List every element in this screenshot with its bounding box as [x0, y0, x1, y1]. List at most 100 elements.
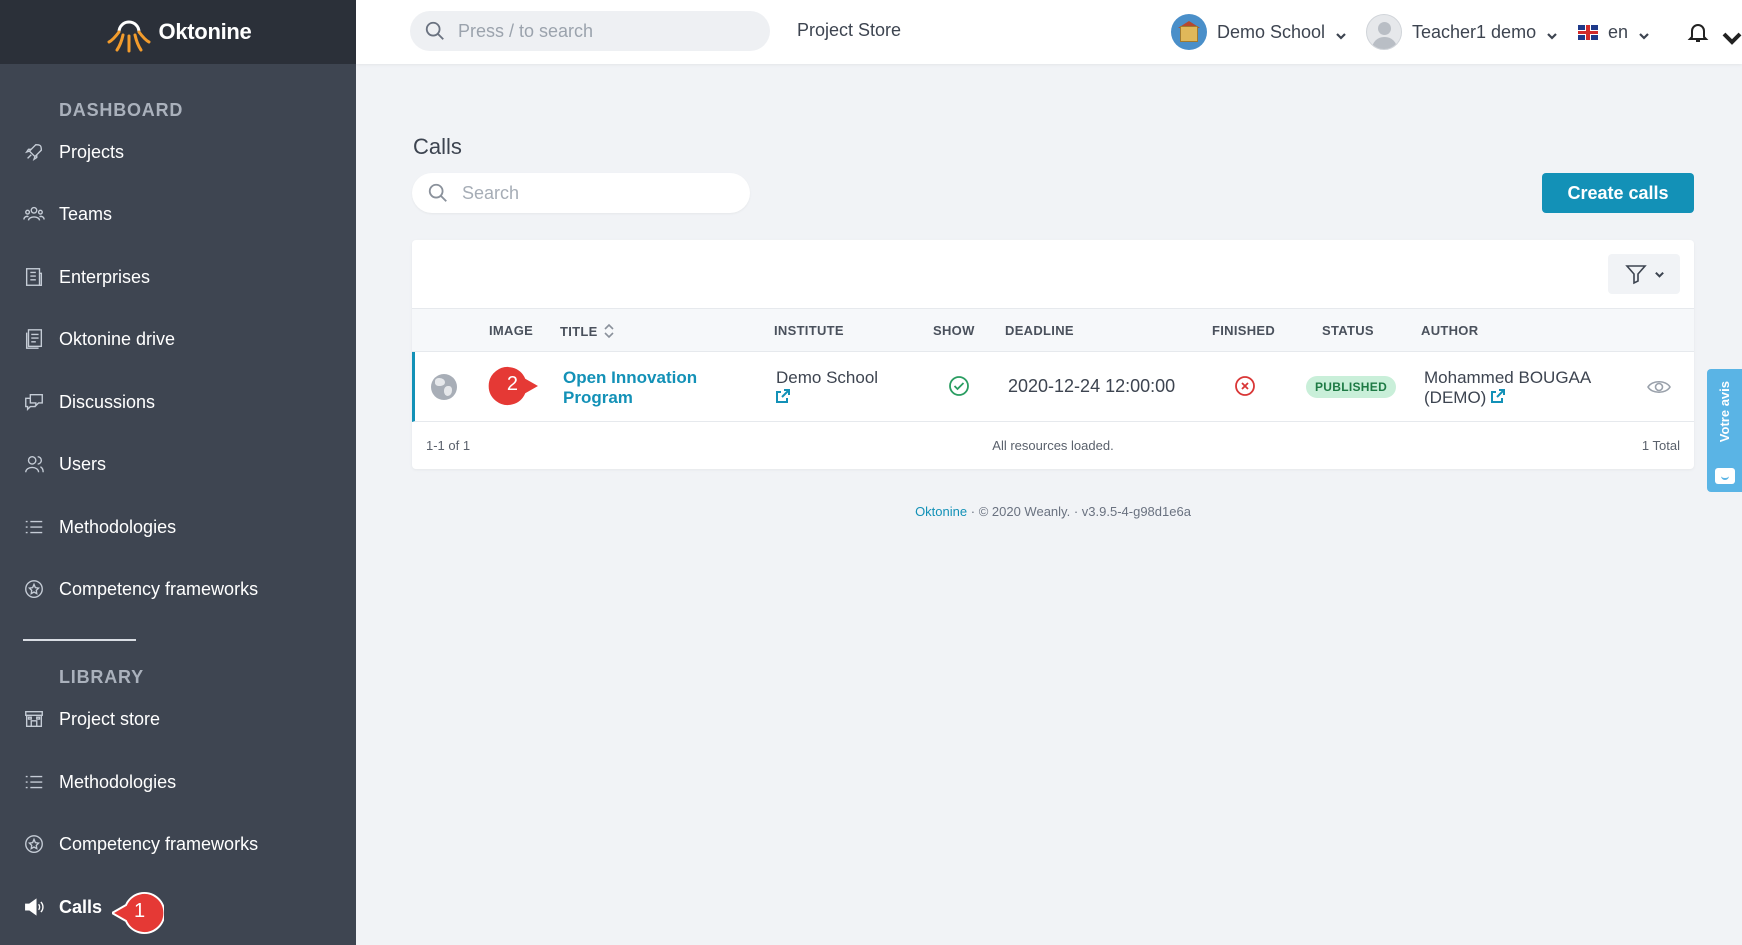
chevron-down-icon [1638, 26, 1650, 40]
callout-number: 2 [506, 373, 518, 395]
column-header-image: IMAGE [489, 323, 534, 338]
rocket-icon [22, 140, 46, 164]
section-title-library: LIBRARY [59, 667, 144, 687]
sidebar-item-label: Methodologies [59, 516, 177, 537]
sidebar-item-calls[interactable]: Calls [0, 887, 356, 927]
footer-separator: · [1073, 504, 1079, 519]
list-icon [22, 515, 46, 539]
octopus-logo-icon [107, 20, 151, 53]
uk-flag-icon [1578, 24, 1598, 40]
feedback-label: Votre avis [1717, 381, 1732, 443]
smiley-icon [1714, 468, 1735, 484]
page-footer: Oktonine · © 2020 Weanly. · v3.9.5-4-g98… [412, 504, 1694, 519]
sidebar-item-label: Competency frameworks [59, 578, 259, 599]
sidebar-item-teams[interactable]: Teams [0, 194, 356, 234]
notifications-button[interactable] [1686, 12, 1742, 52]
call-deadline: 2020-12-24 12:00:00 [1008, 376, 1176, 396]
sidebar-item-label: Teams [59, 203, 113, 224]
column-header-finished: FINISHED [1212, 323, 1276, 338]
users-icon [22, 452, 46, 476]
author-line1: Mohammed BOUGAA [1424, 368, 1592, 387]
globe-icon [431, 374, 457, 400]
sidebar-item-library-methodologies[interactable]: Methodologies [0, 762, 356, 802]
section-title-dashboard: DASHBOARD [59, 100, 184, 120]
footer-brand-link[interactable]: Oktonine [915, 504, 967, 519]
view-eye-icon[interactable] [1646, 374, 1672, 400]
badge-icon [22, 577, 46, 601]
check-circle-icon [947, 374, 971, 398]
school-avatar [1171, 14, 1207, 50]
user-menu[interactable]: Teacher1 demo [1366, 12, 1558, 52]
footer-copyright: © 2020 Weanly. [978, 504, 1071, 519]
column-header-title[interactable]: TITLE [560, 323, 614, 342]
chevron-down-icon [1720, 26, 1742, 45]
project-store-link[interactable]: Project Store [797, 20, 901, 41]
sidebar-item-label: Competency frameworks [59, 833, 259, 854]
school-selector[interactable]: Demo School [1171, 12, 1347, 52]
external-link-icon[interactable] [776, 388, 790, 407]
school-name: Demo School [1217, 21, 1326, 42]
footer-version: v3.9.5-4-g98d1e6a [1081, 504, 1191, 519]
language-selector[interactable]: en [1578, 12, 1650, 52]
global-search[interactable] [410, 11, 770, 51]
footer-separator: · [970, 504, 976, 519]
table-footer: 1-1 of 1 All resources loaded. 1 Total [412, 426, 1694, 466]
call-institute: Demo School [776, 368, 878, 408]
sidebar-item-enterprises[interactable]: Enterprises [0, 257, 356, 297]
sidebar: Oktonine DASHBOARD Projects Teams Enterp… [0, 0, 356, 945]
load-status: All resources loaded. [992, 438, 1114, 453]
status-badge: PUBLISHED [1306, 376, 1397, 398]
feedback-tab[interactable]: Votre avis [1707, 369, 1742, 492]
column-header-title-label: TITLE [560, 323, 598, 339]
search-icon [425, 21, 444, 40]
brand[interactable]: Oktonine [0, 0, 356, 64]
user-name: Teacher1 demo [1412, 21, 1537, 42]
filter-icon [1624, 265, 1647, 285]
callout-1: 1 [109, 891, 166, 935]
global-search-input[interactable] [458, 16, 758, 46]
author-line2: (DEMO) [1424, 388, 1487, 407]
sidebar-item-project-store[interactable]: Project store [0, 699, 356, 739]
table-header: IMAGE TITLE INSTITUTE SHOW DEADLINE FINI… [412, 308, 1694, 352]
sidebar-item-label: Oktonine drive [59, 328, 176, 349]
sidebar-item-label: Methodologies [59, 771, 177, 792]
call-title-line2: Program [563, 388, 633, 407]
x-circle-icon [1233, 374, 1257, 398]
calls-search[interactable] [412, 173, 750, 213]
bell-icon [1687, 24, 1709, 42]
call-title-link[interactable]: Open Innovation Program [563, 368, 733, 408]
sidebar-item-label: Users [59, 453, 107, 474]
callout-number: 1 [134, 900, 146, 922]
sidebar-item-users[interactable]: Users [0, 444, 356, 484]
external-link-icon[interactable] [1491, 388, 1506, 407]
store-icon [22, 707, 46, 731]
column-header-deadline: DEADLINE [1005, 323, 1074, 338]
megaphone-icon [22, 895, 46, 919]
sidebar-item-projects[interactable]: Projects [0, 132, 356, 172]
sidebar-item-oktonine-drive[interactable]: Oktonine drive [0, 319, 356, 359]
sidebar-item-label: Projects [59, 141, 125, 162]
topbar: Project Store Demo School Teacher1 demo … [356, 0, 1742, 64]
call-title-line1: Open Innovation [563, 368, 698, 387]
sidebar-divider [23, 639, 136, 641]
filter-button[interactable] [1608, 254, 1680, 294]
institute-name: Demo School [776, 368, 879, 387]
brand-name: Oktonine [158, 19, 252, 44]
column-header-author: AUTHOR [1421, 323, 1479, 338]
sidebar-item-competency-frameworks[interactable]: Competency frameworks [0, 569, 356, 609]
callout-2: 2 [486, 364, 543, 408]
sidebar-item-label: Enterprises [59, 266, 151, 287]
enterprise-icon [22, 265, 46, 289]
author-line2-wrap: (DEMO) [1424, 388, 1624, 408]
sidebar-item-library-competency-frameworks[interactable]: Competency frameworks [0, 824, 356, 864]
table-row[interactable]: Open Innovation Program Demo School 2020… [412, 352, 1694, 422]
chevron-down-icon [1335, 26, 1347, 40]
chevron-down-icon [1546, 26, 1558, 40]
total-count: 1 Total [1641, 438, 1680, 453]
sidebar-item-methodologies[interactable]: Methodologies [0, 507, 356, 547]
user-avatar [1366, 14, 1402, 50]
sidebar-item-discussions[interactable]: Discussions [0, 382, 356, 422]
calls-search-input[interactable] [462, 178, 732, 208]
column-header-status: STATUS [1322, 323, 1374, 338]
create-calls-button[interactable]: Create calls [1542, 173, 1694, 213]
